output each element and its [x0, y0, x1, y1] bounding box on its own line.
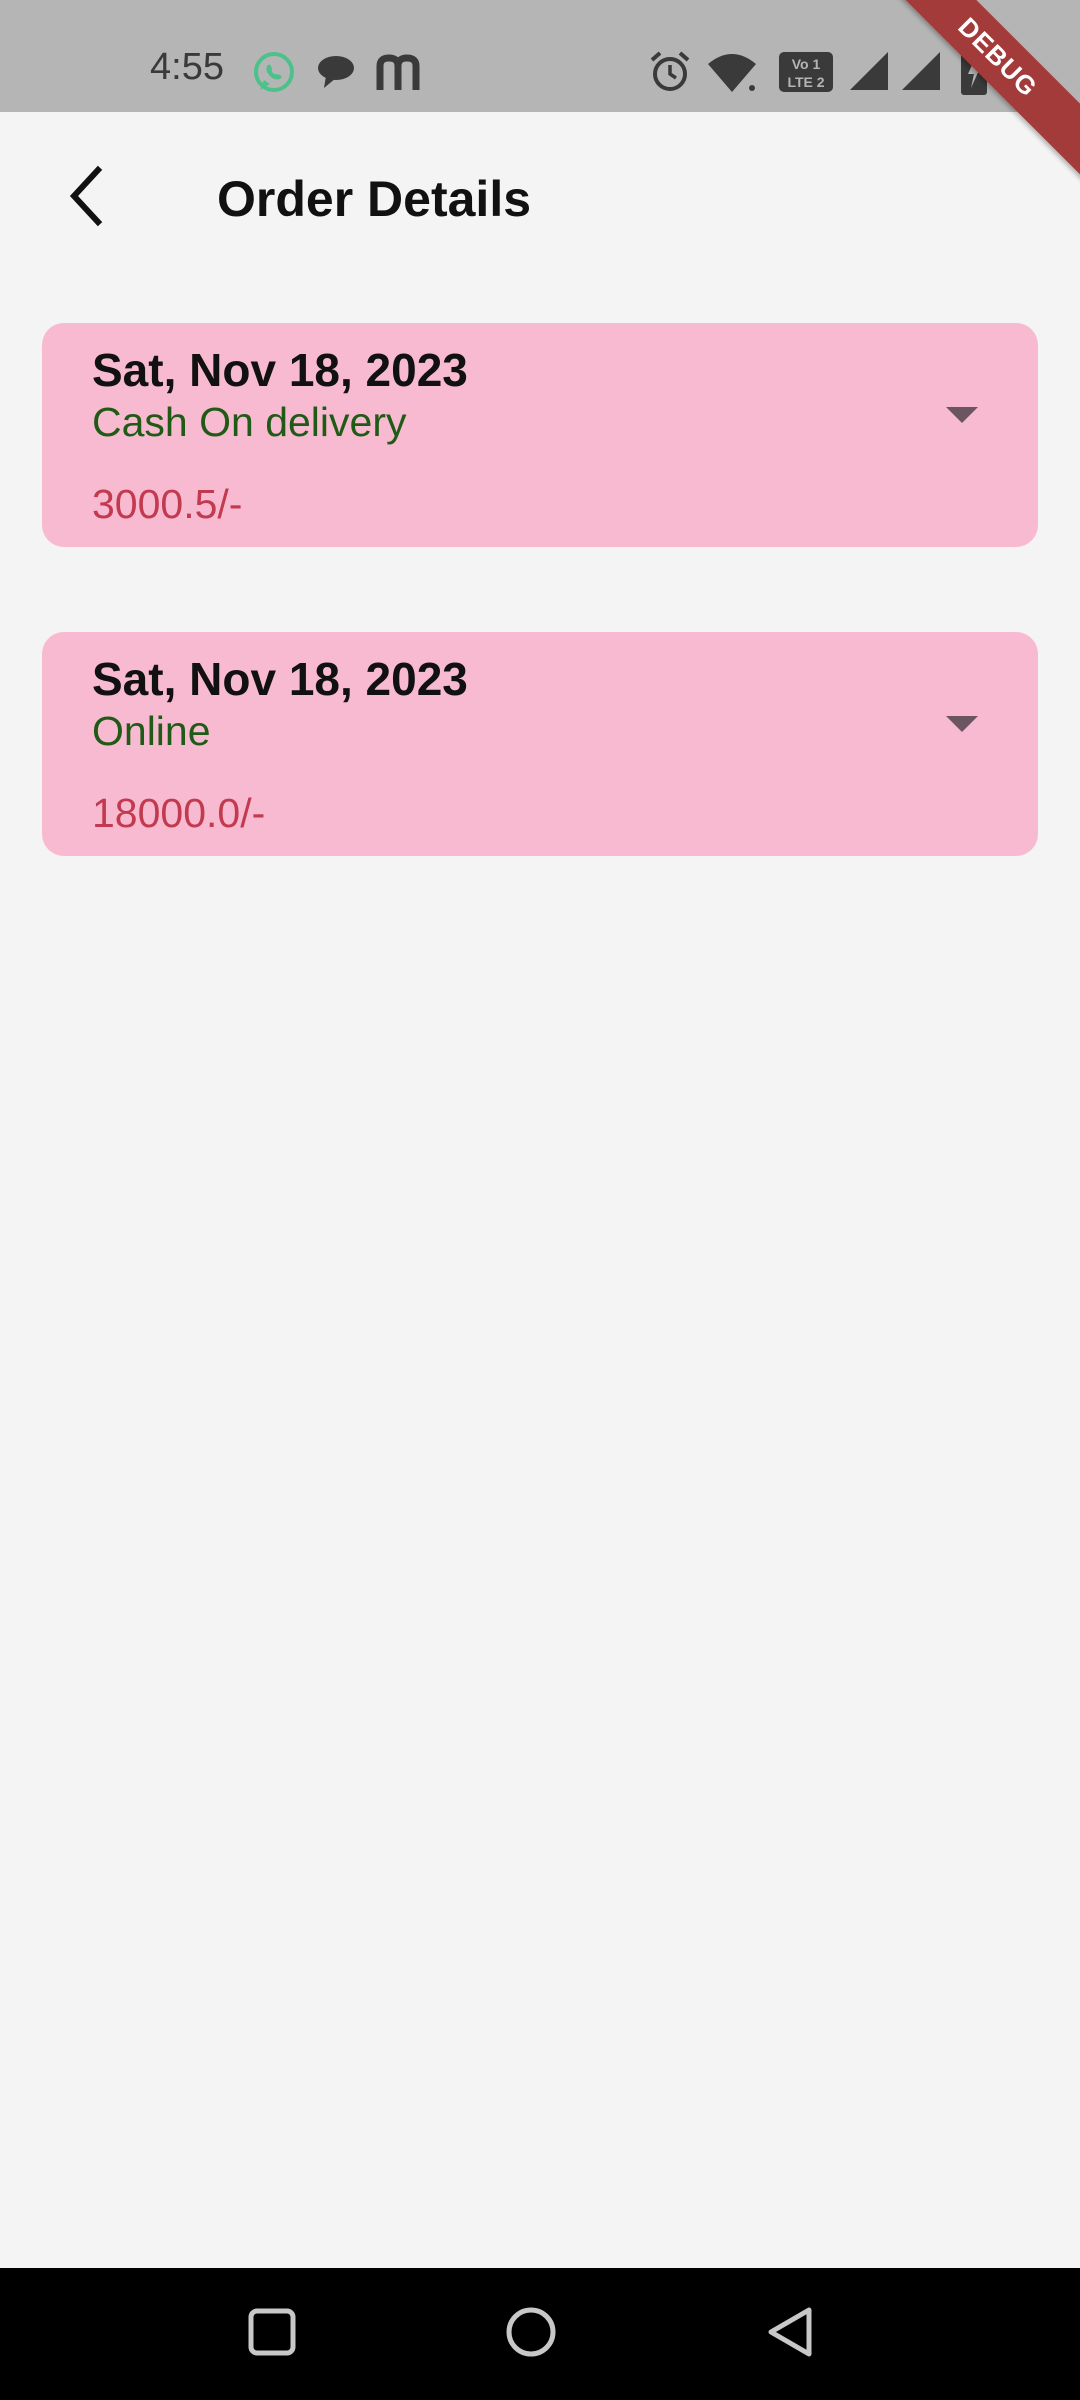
expand-button[interactable]	[930, 385, 994, 449]
svg-text:Vo 1: Vo 1	[792, 56, 821, 72]
back-chevron-icon	[64, 164, 108, 233]
signal-icon	[848, 50, 892, 97]
payment-method: Cash On delivery	[92, 399, 407, 445]
system-navigation-bar	[0, 2268, 1080, 2400]
app-bar: Order Details	[0, 112, 1080, 284]
order-amount: 3000.5/-	[92, 481, 243, 527]
back-nav-button[interactable]	[750, 2294, 830, 2374]
order-card[interactable]: Sat, Nov 18, 2023 Online 18000.0/-	[42, 632, 1038, 856]
volte-lte2-icon: Vo 1 LTE 2	[778, 50, 834, 99]
status-bar: 4:55 Vo 1 LTE 2	[0, 0, 1080, 112]
order-date: Sat, Nov 18, 2023	[92, 344, 468, 396]
square-icon	[246, 2306, 298, 2363]
page-title: Order Details	[217, 171, 532, 227]
alarm-icon	[648, 50, 692, 99]
signal-icon	[900, 50, 944, 97]
chat-bubble-icon	[314, 52, 358, 97]
status-time: 4:55	[150, 46, 224, 88]
home-button[interactable]	[491, 2294, 571, 2374]
triangle-back-icon	[763, 2305, 817, 2364]
dropdown-arrow-icon	[944, 714, 980, 739]
order-date: Sat, Nov 18, 2023	[92, 653, 468, 705]
svg-text:LTE 2: LTE 2	[787, 74, 824, 90]
wifi-icon	[706, 50, 758, 99]
whatsapp-icon	[252, 50, 296, 99]
circle-icon	[503, 2304, 559, 2365]
expand-button[interactable]	[930, 694, 994, 758]
dropdown-arrow-icon	[944, 405, 980, 430]
m-app-icon	[374, 52, 422, 97]
order-card[interactable]: Sat, Nov 18, 2023 Cash On delivery 3000.…	[42, 323, 1038, 547]
back-button[interactable]	[42, 154, 130, 242]
recents-button[interactable]	[232, 2294, 312, 2374]
payment-method: Online	[92, 708, 211, 754]
order-amount: 18000.0/-	[92, 790, 266, 836]
